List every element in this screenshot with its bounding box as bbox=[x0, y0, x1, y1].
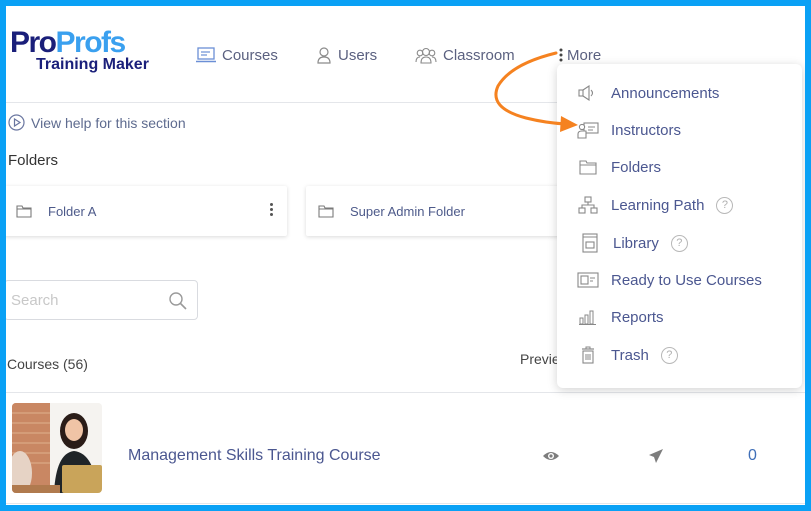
menu-item-label: Announcements bbox=[611, 84, 720, 102]
menu-item-folders[interactable]: Folders bbox=[557, 150, 802, 184]
logo-part-profs: Profs bbox=[55, 26, 127, 59]
help-question-icon[interactable]: ? bbox=[670, 234, 688, 252]
menu-item-label: Ready to Use Courses bbox=[611, 271, 762, 289]
folder-name: Super Admin Folder bbox=[350, 203, 465, 219]
menu-item-trash[interactable]: Trash ? bbox=[557, 338, 802, 372]
instructor-board-icon bbox=[577, 122, 599, 139]
logo-part-pro: Pro bbox=[10, 26, 57, 59]
search-icon[interactable] bbox=[168, 291, 187, 310]
folder-card[interactable]: Super Admin Folder bbox=[306, 186, 566, 236]
menu-item-label: Learning Path bbox=[611, 196, 705, 214]
menu-item-label: Folders bbox=[611, 158, 662, 176]
menu-item-label: Instructors bbox=[611, 121, 682, 139]
search-input[interactable] bbox=[11, 291, 161, 309]
header-divider bbox=[6, 102, 566, 103]
laptop-icon bbox=[196, 47, 216, 63]
preview-column-header: Previe bbox=[520, 351, 560, 367]
send-icon[interactable] bbox=[648, 448, 664, 464]
logo-subtitle: Training Maker bbox=[36, 56, 149, 73]
nav-more-label: More bbox=[567, 46, 602, 64]
menu-item-ready-to-use-courses[interactable]: Ready to Use Courses bbox=[557, 263, 802, 297]
list-divider bbox=[6, 503, 805, 504]
menu-item-label: Trash bbox=[611, 346, 649, 364]
play-circle-icon bbox=[8, 114, 25, 131]
eye-icon[interactable] bbox=[542, 450, 560, 462]
courses-count: Courses (56) bbox=[7, 356, 88, 372]
proprofs-logo[interactable]: ProProfs Training Maker bbox=[10, 28, 170, 74]
folders-heading: Folders bbox=[8, 152, 59, 169]
app-window: ProProfs Training Maker Courses Users Cl… bbox=[6, 6, 805, 505]
course-thumbnail-image bbox=[12, 403, 102, 493]
nav-more[interactable]: More bbox=[559, 44, 601, 66]
course-title-link[interactable]: Management Skills Training Course bbox=[128, 447, 381, 465]
menu-item-announcements[interactable]: Announcements bbox=[557, 76, 802, 110]
kebab-icon bbox=[559, 48, 563, 62]
folder-card[interactable]: Folder A bbox=[6, 186, 287, 236]
help-question-icon[interactable]: ? bbox=[660, 346, 678, 364]
trash-icon bbox=[582, 346, 594, 364]
logo-wordmark: ProProfs bbox=[10, 28, 170, 58]
search-box bbox=[6, 280, 198, 320]
nav-courses[interactable]: Courses bbox=[196, 44, 278, 66]
view-help-label: View help for this section bbox=[31, 114, 186, 131]
library-icon bbox=[582, 233, 598, 253]
bar-chart-icon bbox=[579, 310, 596, 325]
hierarchy-icon bbox=[578, 196, 598, 214]
nav-users-label: Users bbox=[338, 46, 378, 64]
folder-icon bbox=[579, 159, 597, 175]
help-question-icon[interactable]: ? bbox=[716, 196, 734, 214]
ready-course-icon bbox=[577, 272, 599, 288]
nav-classroom[interactable]: Classroom bbox=[415, 44, 515, 66]
menu-item-library[interactable]: Library ? bbox=[557, 226, 802, 260]
menu-item-reports[interactable]: Reports bbox=[557, 300, 802, 334]
menu-item-instructors[interactable]: Instructors bbox=[557, 113, 802, 147]
course-count-value[interactable]: 0 bbox=[748, 447, 757, 465]
nav-classroom-label: Classroom bbox=[443, 46, 515, 64]
view-help-link[interactable]: View help for this section bbox=[8, 114, 186, 131]
megaphone-icon bbox=[578, 85, 594, 101]
menu-item-label: Library bbox=[613, 234, 659, 252]
folder-icon bbox=[16, 204, 32, 218]
folder-icon bbox=[318, 204, 334, 218]
folder-name: Folder A bbox=[48, 203, 97, 219]
user-icon bbox=[317, 47, 331, 64]
folder-options-icon[interactable] bbox=[270, 203, 273, 216]
menu-item-label: Reports bbox=[611, 308, 664, 326]
more-dropdown-menu: Announcements Instructors Folders Learni… bbox=[557, 64, 802, 388]
nav-courses-label: Courses bbox=[222, 46, 278, 64]
group-icon bbox=[415, 47, 437, 64]
table-row[interactable]: Management Skills Training Course 0 bbox=[6, 393, 805, 503]
menu-item-learning-path[interactable]: Learning Path ? bbox=[557, 188, 802, 222]
nav-users[interactable]: Users bbox=[316, 44, 377, 66]
course-thumbnail[interactable] bbox=[12, 403, 102, 493]
